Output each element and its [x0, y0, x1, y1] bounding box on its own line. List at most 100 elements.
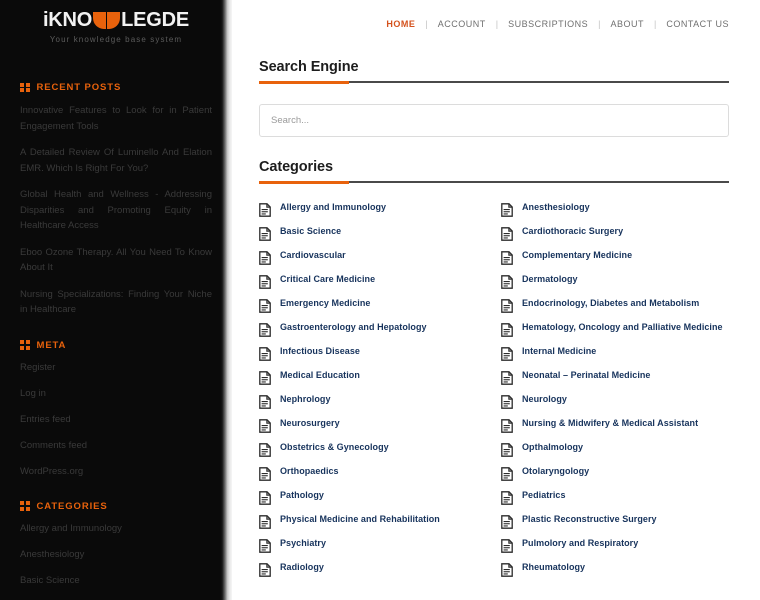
widget-meta-title: META — [36, 339, 67, 351]
list-item[interactable]: A Detailed Review Of Luminello And Elati… — [20, 145, 216, 176]
category-label: Dermatology — [522, 274, 578, 284]
list-item[interactable]: WordPress.org — [20, 465, 216, 479]
document-icon — [259, 299, 271, 318]
document-icon — [501, 539, 513, 558]
list-item[interactable]: Anesthesiology — [20, 548, 216, 562]
category-item[interactable]: Radiology — [259, 561, 487, 585]
category-item[interactable]: Medical Education — [259, 369, 487, 393]
widget-recent-posts: RECENT POSTS Innovative Features to Look… — [0, 82, 232, 318]
list-item[interactable]: Entries feed — [20, 413, 216, 427]
category-item[interactable]: Pulmolory and Respiratory — [501, 537, 729, 561]
category-item[interactable]: Psychiatry — [259, 537, 487, 561]
category-label: Pediatrics — [522, 490, 566, 500]
category-label: Psychiatry — [280, 538, 327, 548]
list-item[interactable]: Log in — [20, 387, 216, 401]
category-item[interactable]: Otolaryngology — [501, 465, 729, 489]
category-item[interactable]: Physical Medicine and Rehabilitation — [259, 513, 487, 537]
list-item[interactable]: Basic Science — [20, 574, 216, 588]
document-icon — [259, 563, 271, 582]
category-item[interactable]: Emergency Medicine — [259, 297, 487, 321]
nav-item-home[interactable]: HOME — [386, 19, 415, 29]
category-item[interactable]: Hematology, Oncology and Palliative Medi… — [501, 321, 729, 345]
recent-posts-list: Innovative Features to Look for in Patie… — [20, 103, 216, 318]
category-item[interactable]: Nephrology — [259, 393, 487, 417]
list-item[interactable]: Global Health and Wellness - Addressing … — [20, 187, 216, 234]
document-icon — [259, 419, 271, 438]
document-icon — [501, 395, 513, 414]
category-item[interactable]: Allergy and Immunology — [259, 201, 487, 225]
category-label: Cardiothoracic Surgery — [522, 226, 624, 236]
category-label: Neurosurgery — [280, 418, 340, 428]
document-icon — [501, 467, 513, 486]
document-icon — [259, 203, 271, 222]
category-label: Neurology — [522, 394, 567, 404]
category-label: Medical Education — [280, 370, 360, 380]
document-icon — [501, 275, 513, 294]
category-item[interactable]: Complementary Medicine — [501, 249, 729, 273]
category-item[interactable]: Pathology — [259, 489, 487, 513]
category-item[interactable]: Opthalmology — [501, 441, 729, 465]
document-icon — [501, 491, 513, 510]
document-icon — [501, 227, 513, 246]
nav-separator: | — [495, 18, 499, 29]
category-label: Basic Science — [280, 226, 342, 236]
category-item[interactable]: Nursing & Midwifery & Medical Assistant — [501, 417, 729, 441]
category-item[interactable]: Infectious Disease — [259, 345, 487, 369]
category-label: Hematology, Oncology and Palliative Medi… — [522, 322, 723, 332]
category-item[interactable]: Cardiovascular — [259, 249, 487, 273]
category-item[interactable]: Cardiothoracic Surgery — [501, 225, 729, 249]
category-label: Infectious Disease — [280, 346, 360, 356]
list-item[interactable]: Innovative Features to Look for in Patie… — [20, 103, 216, 134]
search-form — [259, 104, 729, 137]
list-item[interactable]: Nursing Specializations: Finding Your Ni… — [20, 287, 216, 318]
category-label: Nephrology — [280, 394, 331, 404]
document-icon — [501, 563, 513, 582]
nav-item-account[interactable]: ACCOUNT — [438, 19, 486, 29]
categories-section-title: Categories — [259, 159, 333, 175]
main-content: HOME | ACCOUNT | SUBSCRIPTIONS | ABOUT | CONTACT… — [232, 0, 760, 600]
category-item[interactable]: Pediatrics — [501, 489, 729, 513]
list-item[interactable]: Comments feed — [20, 439, 216, 453]
category-label: Nursing & Midwifery & Medical Assistant — [522, 418, 699, 428]
category-label: Gastroenterology and Hepatology — [280, 322, 427, 332]
category-item[interactable]: Obstetrics & Gynecology — [259, 441, 487, 465]
category-item[interactable]: Plastic Reconstructive Surgery — [501, 513, 729, 537]
nav-separator: | — [425, 18, 428, 29]
nav-item-about[interactable]: ABOUT — [610, 19, 644, 29]
category-item[interactable]: Anesthesiology — [501, 201, 729, 225]
category-item[interactable]: Gastroenterology and Hepatology — [259, 321, 487, 345]
category-item[interactable]: Dermatology — [501, 273, 729, 297]
logo-wordmark: iKNO LEGDE — [0, 9, 232, 31]
nav-item-subscriptions[interactable]: SUBSCRIPTIONS — [508, 19, 588, 29]
category-item[interactable]: Basic Science — [259, 225, 487, 249]
category-label: Orthopaedics — [280, 466, 339, 476]
category-label: Emergency Medicine — [280, 298, 371, 308]
widget-categories: CATEGORIES Allergy and Immunology Anesth… — [0, 501, 232, 600]
category-label: Pulmolory and Respiratory — [522, 538, 639, 548]
document-icon — [259, 395, 271, 414]
category-item[interactable]: Neurology — [501, 393, 729, 417]
category-item[interactable]: Neurosurgery — [259, 417, 487, 441]
document-icon — [501, 347, 513, 366]
document-icon — [259, 491, 271, 510]
category-item[interactable]: Rheumatology — [501, 561, 729, 585]
document-icon — [501, 443, 513, 462]
category-item[interactable]: Neonatal – Perinatal Medicine — [501, 369, 729, 393]
category-label: Anesthesiology — [522, 202, 590, 212]
category-item[interactable]: Internal Medicine — [501, 345, 729, 369]
category-item[interactable]: Critical Care Medicine — [259, 273, 487, 297]
list-item[interactable]: Register — [20, 361, 216, 375]
site-logo[interactable]: iKNO LEGDE Your knowledge base system — [0, 0, 232, 44]
document-icon — [501, 251, 513, 270]
nav-item-contact-us[interactable]: CONTACT US — [666, 19, 729, 29]
category-item[interactable]: Orthopaedics — [259, 465, 487, 489]
open-book-icon — [93, 11, 121, 29]
search-input[interactable] — [259, 104, 729, 137]
list-item[interactable]: Allergy and Immunology — [20, 522, 216, 536]
category-item[interactable]: Endocrinology, Diabetes and Metabolism — [501, 297, 729, 321]
document-icon — [501, 515, 513, 534]
content-area: Search Engine Categories Allergy and Imm… — [232, 47, 760, 585]
document-icon — [259, 515, 271, 534]
document-icon — [259, 467, 271, 486]
list-item[interactable]: Eboo Ozone Therapy. All You Need To Know… — [20, 245, 216, 276]
